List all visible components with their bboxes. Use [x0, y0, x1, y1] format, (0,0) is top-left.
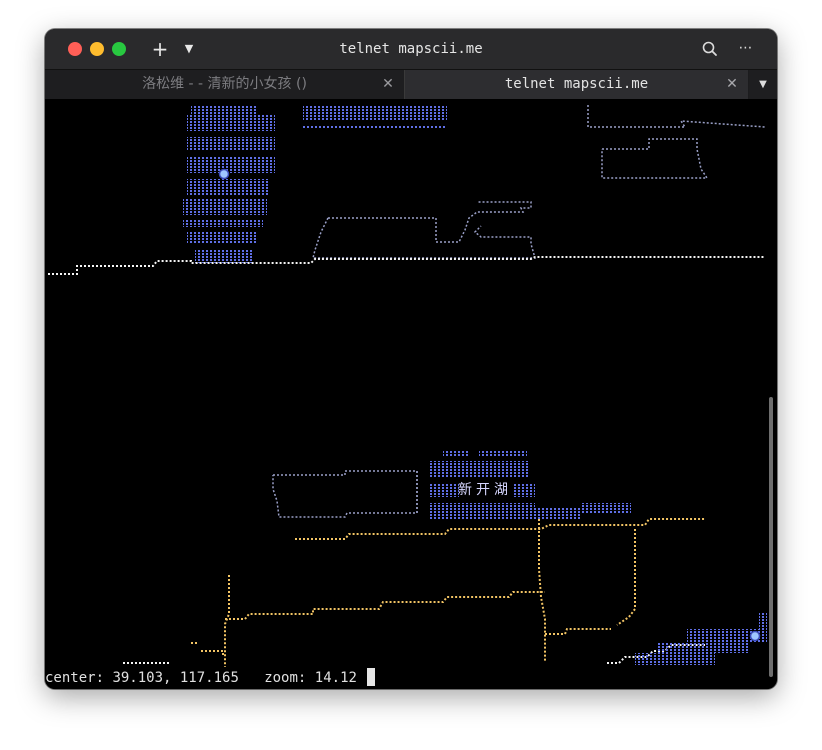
center-value: 39.103, 117.165 — [112, 670, 239, 686]
water-area-northwest — [183, 105, 275, 263]
zoom-value: 14.12 — [314, 670, 357, 686]
maximize-window-button[interactable] — [112, 42, 126, 56]
search-icon[interactable] — [700, 39, 720, 59]
window-title: telnet mapscii.me — [339, 41, 483, 57]
road-major-top — [48, 256, 765, 275]
terminal-window: + ▼ telnet mapscii.me ⋯ 洛松维 - - 清新的小女孩 (… — [45, 29, 777, 689]
more-options-button[interactable]: ⋯ — [735, 37, 757, 59]
water-area-north — [303, 105, 447, 121]
new-tab-menu-chevron-down-icon[interactable]: ▼ — [181, 37, 197, 61]
tab-label: telnet mapscii.me — [504, 76, 649, 92]
tab-label: 洛松维 - - 清新的小女孩 () — [142, 76, 307, 92]
title-bar: + ▼ telnet mapscii.me ⋯ — [45, 29, 777, 69]
tab-bar: 洛松维 - - 清新的小女孩 () ✕ telnet mapscii.me ✕ … — [45, 69, 777, 100]
minimize-window-button[interactable] — [90, 42, 104, 56]
center-label: center: — [45, 670, 105, 686]
tab-inactive[interactable]: 洛松维 - - 清新的小女孩 () ✕ — [45, 70, 405, 99]
close-window-button[interactable] — [68, 42, 82, 56]
tab-close-icon[interactable]: ✕ — [724, 70, 740, 99]
roads-secondary — [191, 518, 705, 667]
location-marker-icon — [749, 630, 761, 642]
water-area-southeast — [635, 613, 767, 665]
tab-list-chevron-down-icon[interactable]: ▼ — [749, 70, 777, 99]
tab-active[interactable]: telnet mapscii.me ✕ — [405, 70, 748, 99]
location-marker-icon — [218, 168, 230, 180]
status-line: center: 39.103, 117.165 zoom: 14.12 — [45, 668, 765, 688]
terminal-viewport[interactable]: 新开湖 center: 39.103, 117.165 zoom: 14.12 — [45, 99, 777, 689]
terminal-cursor — [367, 668, 376, 686]
road-major-bottom — [123, 644, 705, 664]
lake-label: 新开湖 — [458, 482, 512, 498]
ascii-map[interactable] — [45, 99, 767, 667]
building-outline-lower — [272, 470, 418, 518]
scrollbar[interactable] — [769, 397, 773, 677]
tab-close-icon[interactable]: ✕ — [380, 70, 396, 99]
zoom-label: zoom: — [264, 670, 307, 686]
new-tab-button[interactable]: + — [149, 35, 171, 63]
